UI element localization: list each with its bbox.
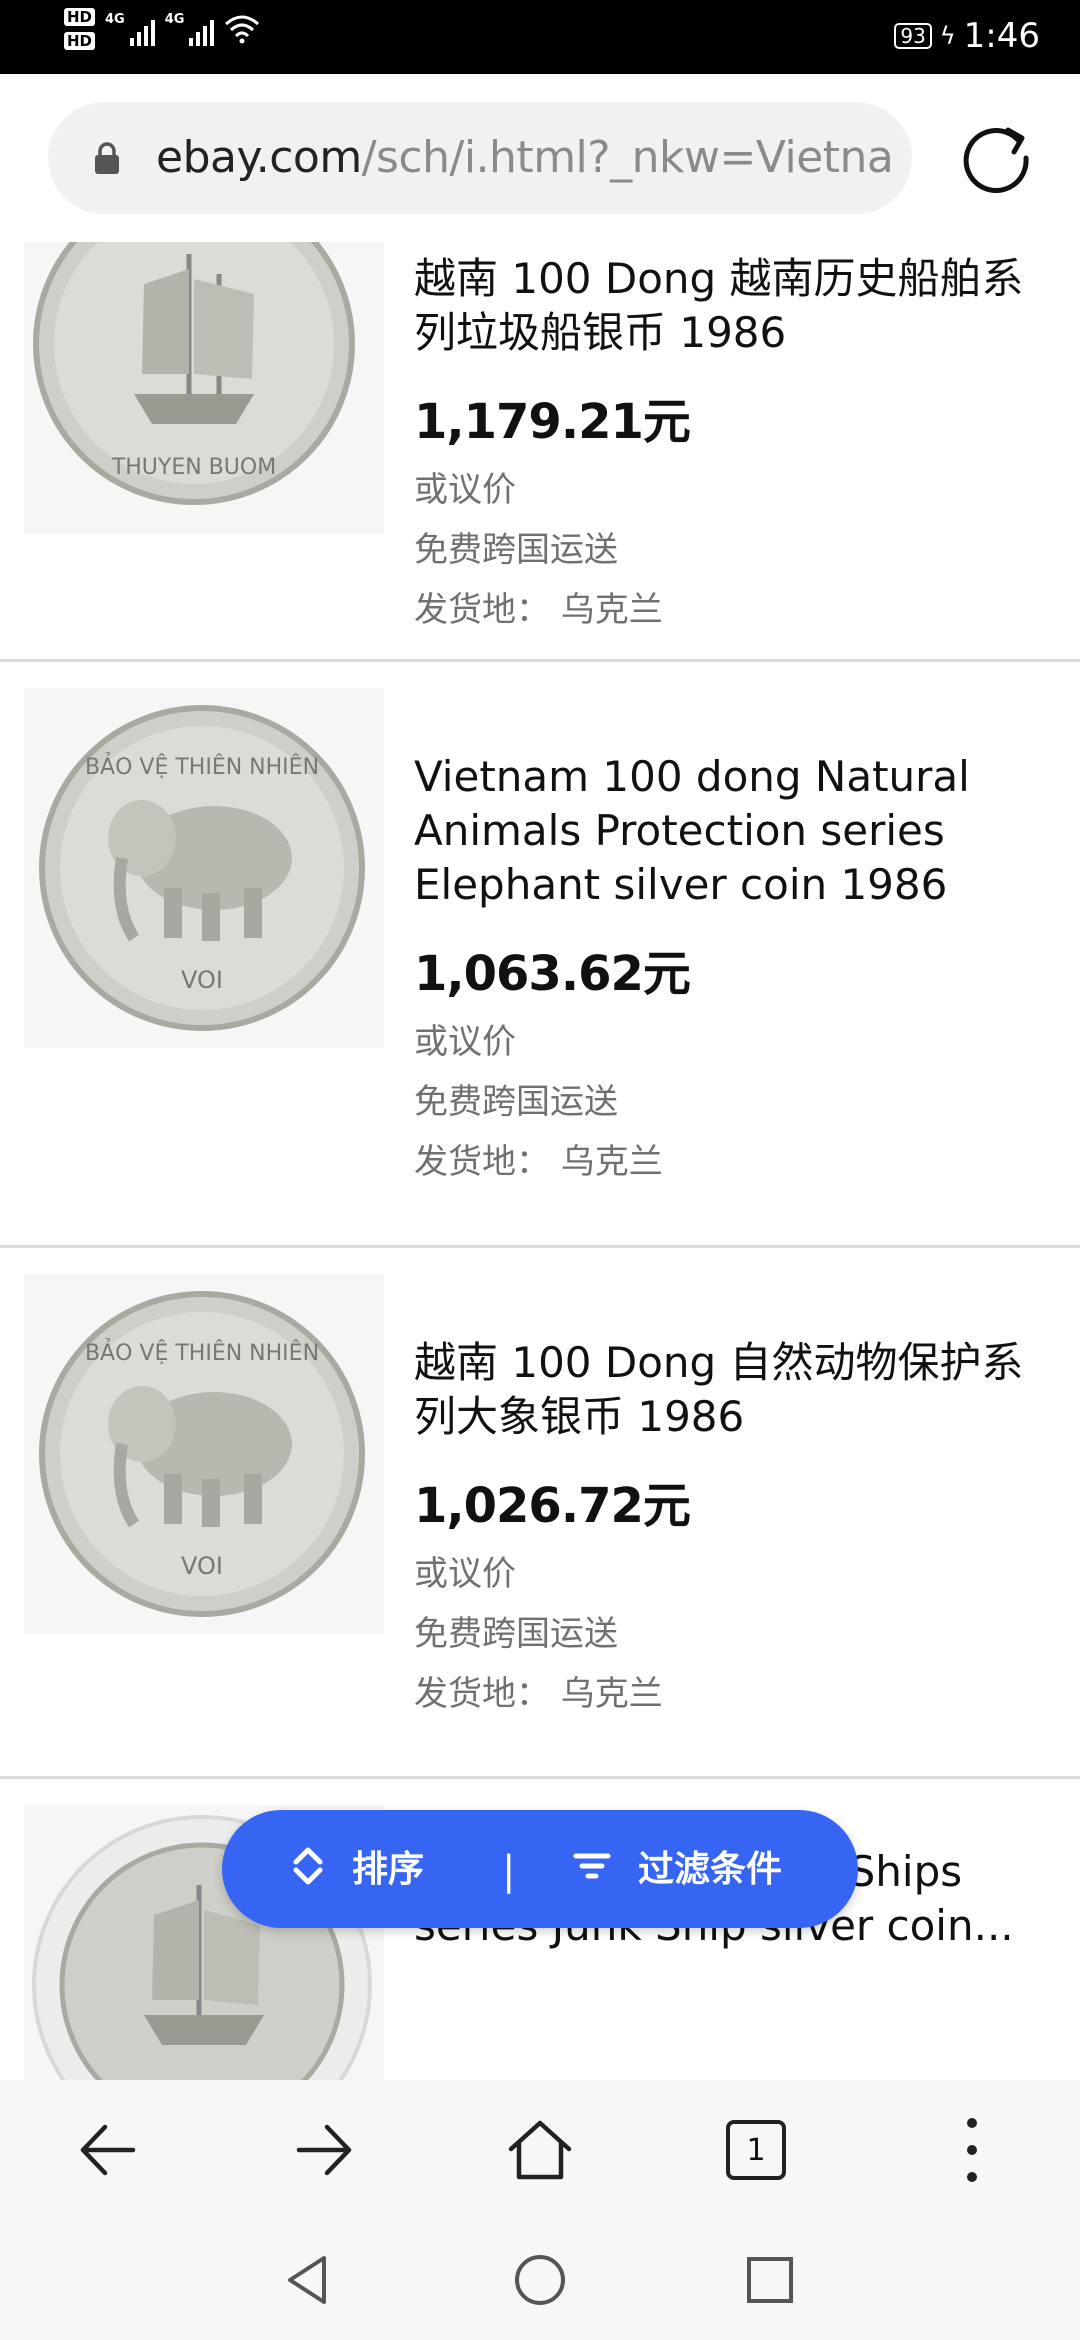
listing-location: 发货地： 乌克兰 [414,1674,663,1714]
hd-badge-2: HD [64,32,96,50]
coin-legend: VOI [181,1552,223,1580]
status-bar: HD HD 4G 4G 93 ϟ 1:46 [0,0,1080,74]
nav-back-button[interactable] [280,2250,340,2310]
listing-price: 1,179.21元 [414,394,691,450]
listing-image[interactable]: THUYEN BUOM [24,242,384,534]
listing-price: 1,063.62元 [414,946,691,1002]
square-recents-icon [747,2257,793,2303]
listing-location: 发货地： 乌克兰 [414,1142,663,1182]
more-menu-button[interactable] [936,2114,1008,2186]
tabs-button[interactable]: 1 [720,2114,792,2186]
listing-title[interactable]: 越南 100 Dong 越南历史船舶系列垃圾船银币 1986 [414,252,1044,360]
listing-title[interactable]: 越南 100 Dong 自然动物保护系列大象银币 1986 [414,1336,1044,1444]
more-vertical-icon [967,2118,977,2182]
nav-recents-button[interactable] [740,2250,800,2310]
listing-info: 越南 100 Dong 越南历史船舶系列垃圾船银币 1986 1,179.21元… [414,252,1044,632]
listing-title[interactable]: Vietnam 100 dong Natural Animals Protect… [414,750,1044,912]
sort-button[interactable]: 排序 [288,1840,424,1892]
charging-icon: ϟ [939,22,956,50]
coin-legend-top: BẢO VỆ THIÊN NHIÊN [85,753,319,780]
listing-info: Vietnam 100 dong Natural Animals Protect… [414,750,1044,1184]
filter-button[interactable]: 过滤条件 [572,1840,782,1892]
circle-home-icon [515,2255,565,2305]
browser-url-area: ebay.com/sch/i.html?_nkw=Vietna [0,74,1080,242]
coin-elephant-image: BẢO VỆ THIÊN NHIÊN VOI [24,688,384,1048]
url-path: /sch/i.html?_nkw=Vietna [361,132,894,183]
listing-shipping: 免费跨国运送 [414,530,618,570]
forward-button[interactable] [288,2114,360,2186]
list-item[interactable]: BẢO VỆ THIÊN NHIÊN VOI 越南 100 Dong 自然动物保… [0,1248,1080,1779]
back-button[interactable] [72,2114,144,2186]
system-nav-bar [0,2220,1080,2340]
listing-image[interactable]: BẢO VỆ THIÊN NHIÊN VOI [24,1274,384,1634]
clock: 1:46 [963,16,1040,56]
listing-location: 发货地： 乌克兰 [414,590,663,630]
browser-toolbar: 1 [0,2080,1080,2220]
list-item[interactable]: BẢO VỆ THIÊN NHIÊN VOI Vietnam 100 dong … [0,662,1080,1248]
sort-filter-bar: 排序 | 过滤条件 [222,1810,858,1928]
reload-icon[interactable] [956,118,1036,198]
listing-image[interactable]: BẢO VỆ THIÊN NHIÊN VOI [24,688,384,1048]
url-bar[interactable]: ebay.com/sch/i.html?_nkw=Vietna [48,102,912,214]
listing-price: 1,026.72元 [414,1478,691,1534]
listing-shipping: 免费跨国运送 [414,1614,618,1654]
nav-home-button[interactable] [510,2250,570,2310]
listing-shipping: 免费跨国运送 [414,1082,618,1122]
url-domain: ebay.com [156,132,362,183]
network-type-2: 4G [164,12,185,27]
battery-icon: 93 [894,23,932,49]
coin-legend-top: BẢO VỆ THIÊN NHIÊN [85,1339,319,1366]
home-icon [508,2120,572,2180]
wifi-icon [225,15,260,44]
status-left: HD HD 4G 4G [64,8,260,50]
url-text[interactable]: ebay.com/sch/i.html?_nkw=Vietna [156,132,894,183]
listing-offer: 或议价 [414,1022,516,1062]
arrow-right-icon [296,2124,352,2176]
listing-offer: 或议价 [414,470,516,510]
coin-elephant-image: BẢO VỆ THIÊN NHIÊN VOI [24,1274,384,1634]
lock-icon [95,142,119,174]
fab-separator: | [502,1848,516,1894]
arrow-left-icon [80,2124,136,2176]
network-type-1: 4G [105,12,125,27]
home-button[interactable] [504,2114,576,2186]
coin-legend: VOI [181,966,223,994]
tab-count: 1 [726,2120,786,2180]
listing-info: 越南 100 Dong 自然动物保护系列大象银币 1986 1,026.72元 … [414,1336,1044,1716]
search-results-list: THUYEN BUOM 越南 100 Dong 越南历史船舶系列垃圾船银币 19… [0,242,1080,2080]
status-right: 93 ϟ 1:46 [894,16,1040,56]
signal-icon-1: 4G [105,12,155,46]
sort-label: 排序 [352,1849,425,1890]
filter-icon [573,1853,611,1879]
filter-label: 过滤条件 [638,1849,783,1890]
hd-badge-1: HD [64,8,96,26]
sort-icon [293,1847,323,1885]
signal-icon-2: 4G [165,12,215,46]
list-item[interactable]: THUYEN BUOM 越南 100 Dong 越南历史船舶系列垃圾船银币 19… [0,242,1080,662]
listing-offer: 或议价 [414,1554,516,1594]
triangle-back-icon [288,2256,326,2304]
coin-legend: THUYEN BUOM [111,455,276,480]
coin-ship-image: THUYEN BUOM [24,242,384,534]
